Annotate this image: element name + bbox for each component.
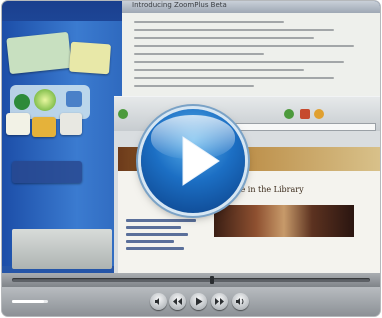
page-link — [126, 233, 188, 236]
code-line — [134, 85, 254, 87]
page-link — [126, 240, 174, 243]
volume-slider[interactable] — [12, 300, 48, 303]
rewind-icon — [173, 298, 182, 305]
back-button-icon — [118, 109, 128, 119]
code-line — [134, 77, 334, 79]
page-link — [126, 226, 181, 229]
sticky-note — [69, 41, 111, 75]
sticky-note — [6, 113, 30, 135]
volume-level — [12, 300, 45, 303]
sticky-note — [12, 161, 82, 183]
progress-handle[interactable] — [210, 276, 215, 284]
toolbar-icon — [314, 109, 324, 119]
window-title: Introducing ZoomPlus Beta — [132, 1, 227, 9]
fast-forward-icon — [215, 298, 224, 305]
page-link — [126, 219, 196, 222]
sticky-note — [60, 113, 82, 135]
play-overlay-button[interactable] — [141, 109, 245, 213]
page-link-list — [126, 219, 196, 254]
sticky-note — [32, 117, 56, 137]
address-bar — [234, 123, 376, 131]
code-line — [134, 45, 354, 47]
volume-low-icon — [155, 298, 159, 305]
page-link — [126, 247, 184, 250]
widget-icon — [14, 94, 30, 110]
window-titlebar: Introducing ZoomPlus Beta — [122, 1, 380, 13]
code-line — [134, 69, 304, 71]
code-line — [134, 21, 284, 23]
video-player: Introducing ZoomPlus Beta ople in the Li… — [2, 1, 380, 316]
background-window — [12, 229, 112, 269]
code-line — [134, 29, 334, 31]
fast-forward-button[interactable] — [211, 293, 228, 310]
sticky-note — [6, 31, 72, 75]
play-icon — [182, 136, 220, 186]
play-icon — [196, 297, 203, 306]
play-button[interactable] — [190, 293, 207, 310]
code-window — [122, 13, 380, 103]
widget-icon — [66, 91, 82, 107]
code-line — [134, 53, 264, 55]
progress-track[interactable] — [12, 276, 370, 284]
rewind-button[interactable] — [169, 293, 186, 310]
timeline-bar — [2, 273, 380, 287]
controls-bar — [2, 287, 380, 316]
widget-icon — [34, 89, 56, 111]
video-frame[interactable]: Introducing ZoomPlus Beta ople in the Li… — [2, 1, 380, 273]
toolbar-icon — [300, 109, 310, 119]
code-line — [134, 37, 314, 39]
volume-up-button[interactable] — [232, 293, 249, 310]
volume-high-icon — [236, 298, 244, 305]
code-line — [134, 61, 344, 63]
volume-down-button[interactable] — [150, 293, 167, 310]
forward-button-icon — [284, 109, 294, 119]
